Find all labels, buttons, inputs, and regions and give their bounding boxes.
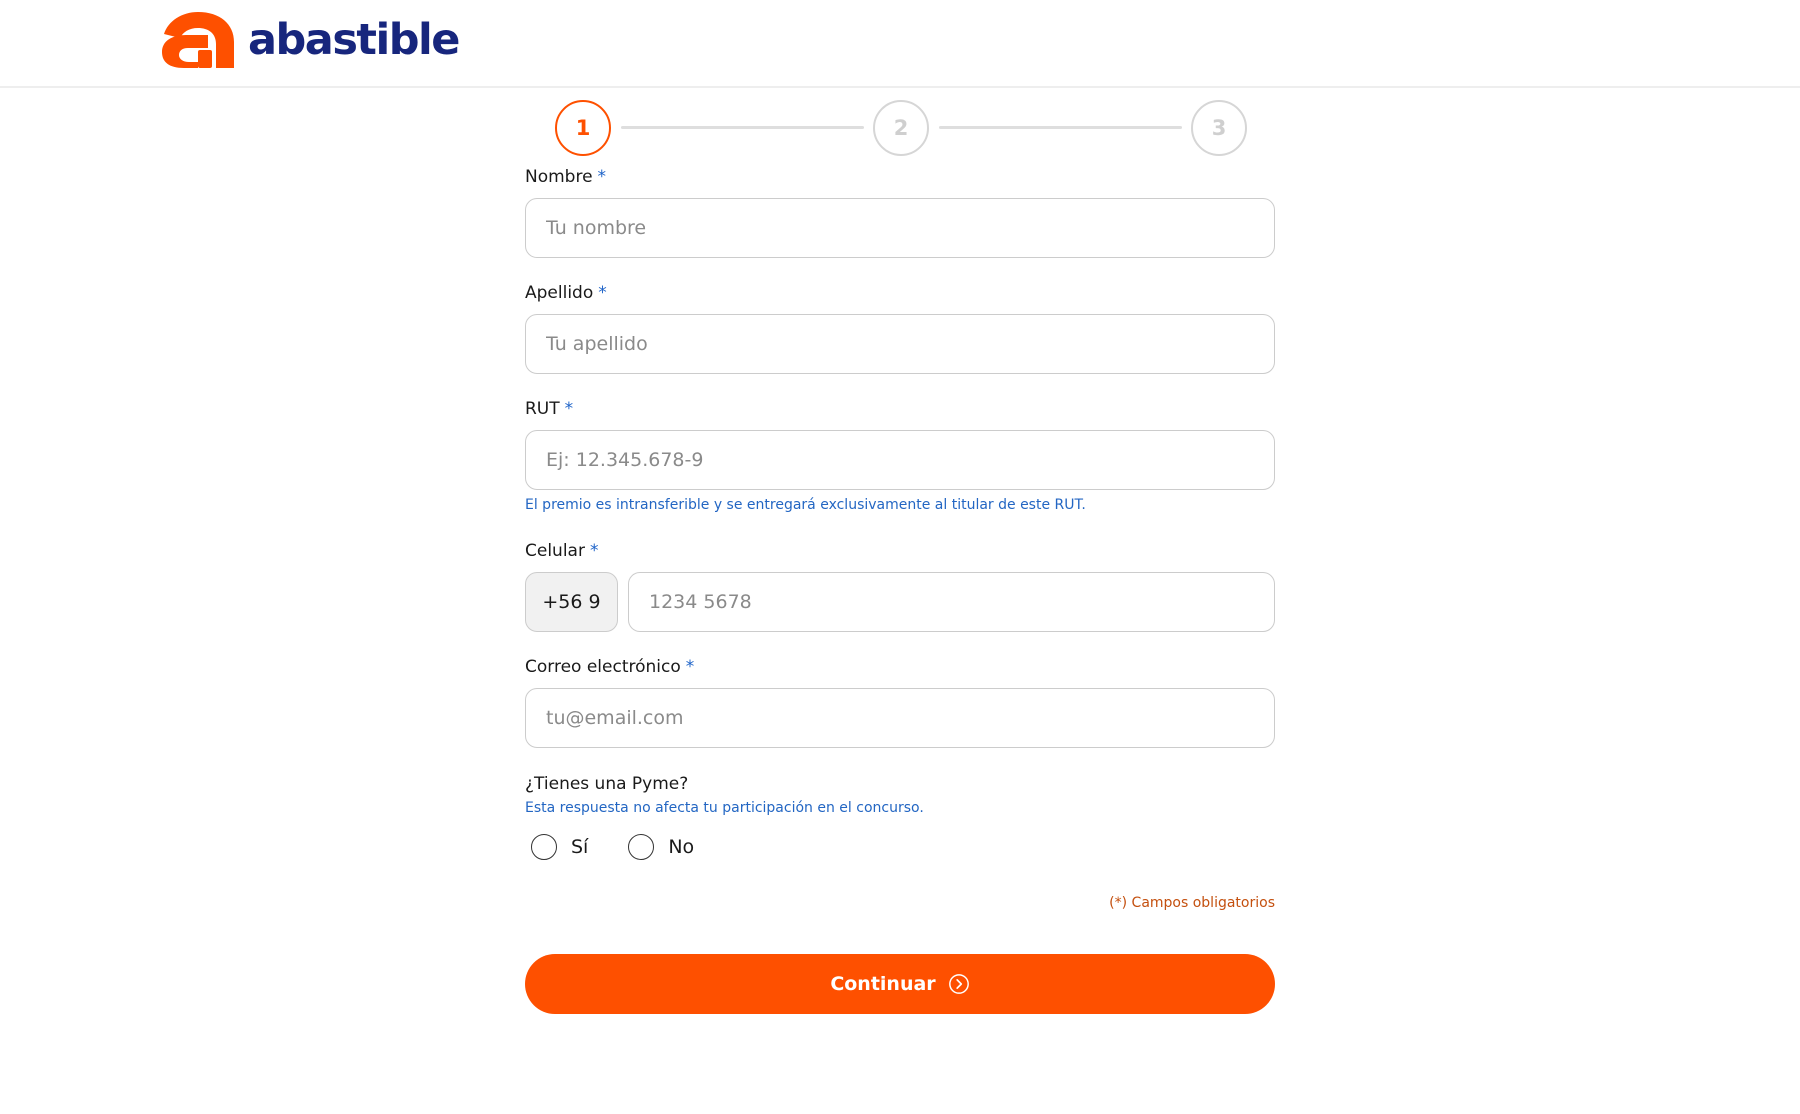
nombre-label-text: Nombre	[525, 167, 593, 187]
field-nombre: Nombre *	[525, 165, 1275, 258]
nombre-input[interactable]	[525, 198, 1275, 258]
pyme-radio-group: Sí No	[525, 830, 1275, 864]
country-code-prefix: +56 9	[525, 572, 618, 632]
required-asterisk: *	[564, 399, 574, 419]
radio-label-no: No	[668, 836, 695, 858]
celular-label-text: Celular	[525, 541, 585, 561]
radio-label-si: Sí	[571, 836, 589, 858]
step-3: 3	[1191, 100, 1247, 156]
required-asterisk: *	[597, 167, 607, 187]
pyme-option-no[interactable]: No	[622, 834, 694, 860]
celular-label: Celular *	[525, 539, 1275, 563]
apellido-label: Apellido *	[525, 281, 1275, 305]
nombre-label: Nombre *	[525, 165, 1275, 189]
step-2: 2	[873, 100, 929, 156]
radio-button-no[interactable]	[628, 834, 655, 860]
field-celular: Celular * +56 9	[525, 539, 1275, 632]
step-connector	[621, 126, 864, 129]
rut-input[interactable]	[525, 430, 1275, 490]
rut-hint: El premio es intransferible y se entrega…	[525, 497, 1086, 513]
rut-label-text: RUT	[525, 399, 560, 419]
field-rut: RUT * El premio es intransferible y se e…	[525, 397, 1275, 515]
rut-label: RUT *	[525, 397, 1275, 421]
field-correo: Correo electrónico *	[525, 655, 1275, 748]
celular-input[interactable]	[628, 572, 1275, 632]
required-asterisk: *	[589, 541, 599, 561]
required-asterisk: *	[685, 657, 695, 677]
required-fields-note: (*) Campos obligatorios	[1109, 895, 1275, 911]
radio-button-si[interactable]	[531, 834, 557, 860]
field-pyme: ¿Tienes una Pyme? Esta respuesta no afec…	[525, 772, 1275, 864]
site-header: abastible	[0, 0, 1800, 88]
chevron-right-circle-icon	[948, 974, 969, 994]
abastible-logo-icon	[162, 12, 234, 68]
phone-row: +56 9	[525, 572, 1275, 632]
progress-stepper: 1 2 3	[555, 100, 1247, 156]
step-1: 1	[555, 100, 611, 156]
field-apellido: Apellido *	[525, 281, 1275, 374]
brand-name: abastible	[248, 14, 460, 65]
apellido-input[interactable]	[525, 314, 1275, 374]
continue-button[interactable]: Continuar	[525, 954, 1275, 1014]
pyme-question: ¿Tienes una Pyme?	[525, 774, 689, 794]
step-connector	[939, 126, 1182, 129]
pyme-hint: Esta respuesta no afecta tu participació…	[525, 800, 924, 816]
correo-label: Correo electrónico *	[525, 655, 1275, 679]
required-asterisk: *	[598, 283, 607, 303]
abastible-logo[interactable]: abastible	[158, 8, 460, 72]
pyme-option-si[interactable]: Sí	[525, 834, 588, 860]
apellido-label-text: Apellido	[525, 283, 594, 303]
correo-input[interactable]	[525, 688, 1275, 748]
correo-label-text: Correo electrónico	[525, 657, 681, 677]
continue-button-label: Continuar	[830, 973, 936, 995]
